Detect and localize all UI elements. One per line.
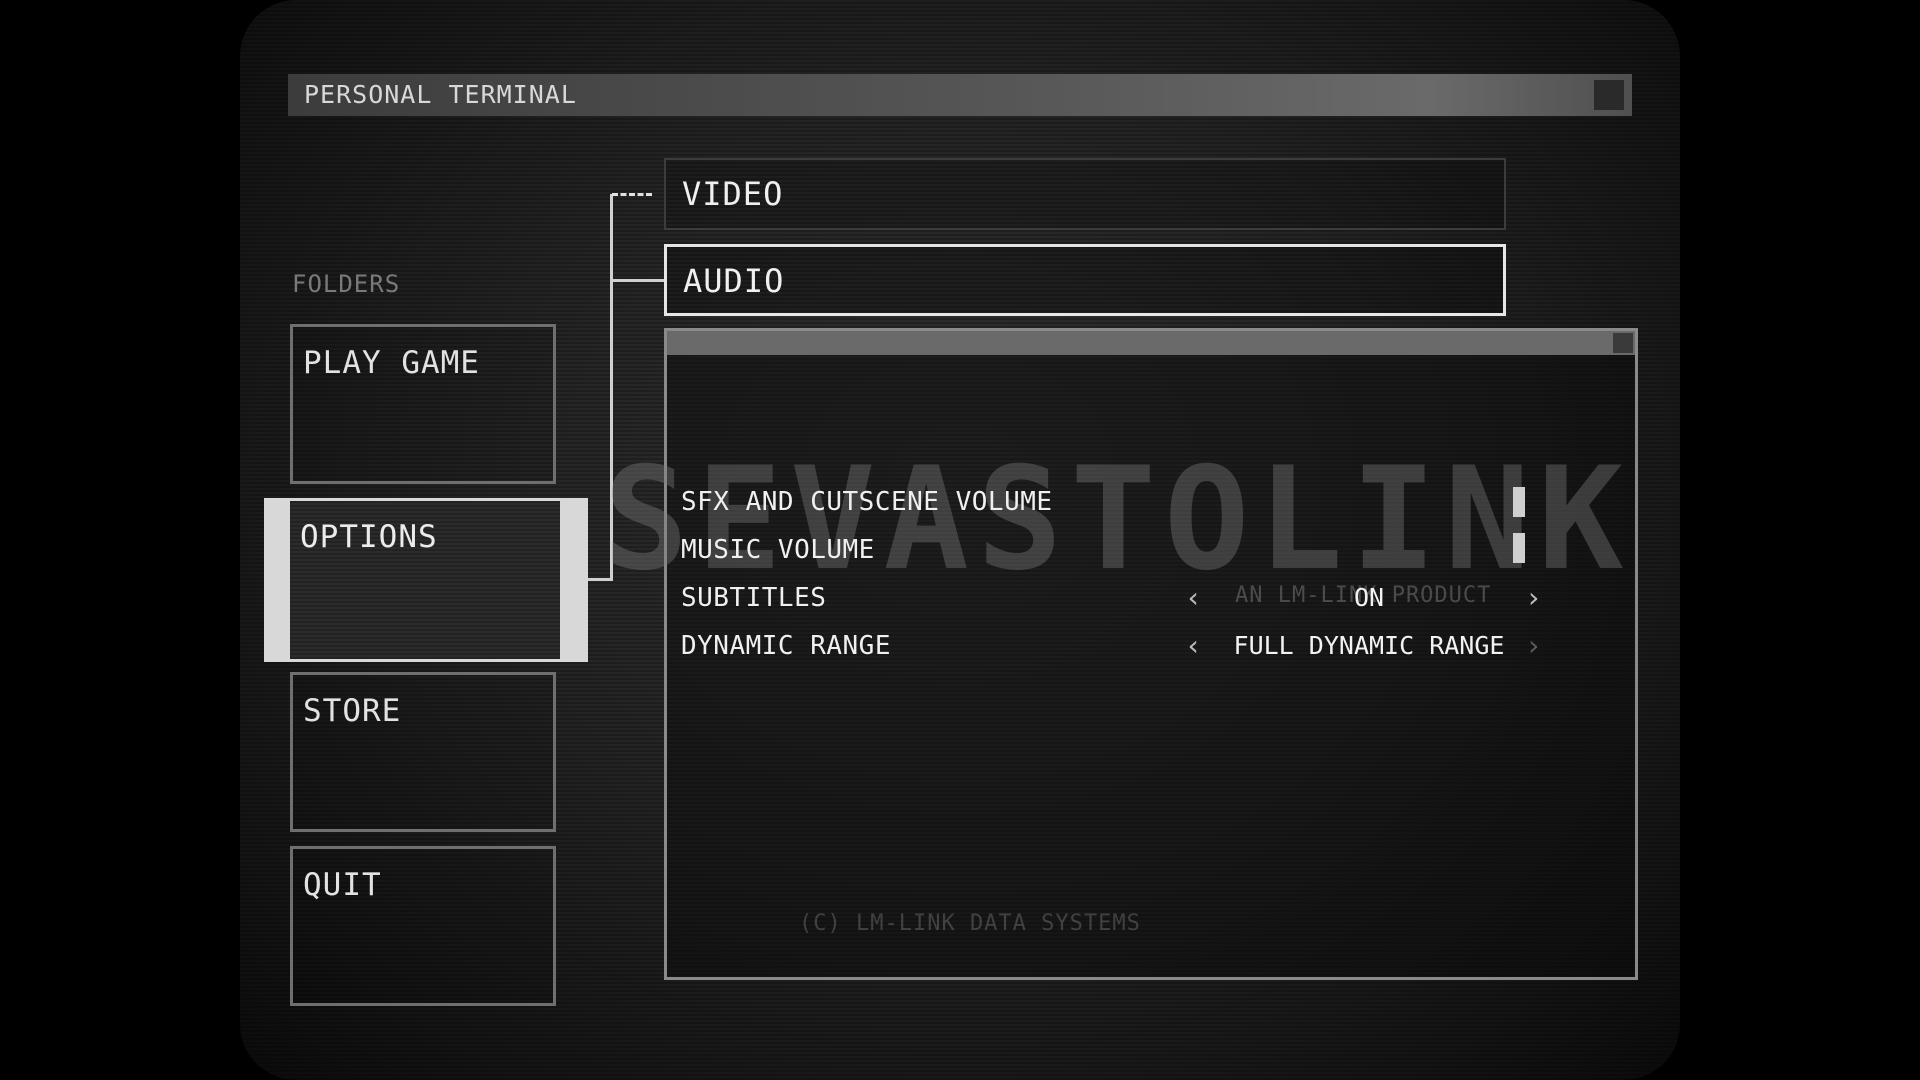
chevron-right-icon[interactable]: › [1525,581,1542,614]
setting-row-dynamic-range[interactable]: DYNAMIC RANGE ‹ FULL DYNAMIC RANGE › [681,627,1542,667]
setting-label: DYNAMIC RANGE [681,631,891,661]
window-title: PERSONAL TERMINAL [304,80,577,109]
dynamic-range-value: FULL DYNAMIC RANGE [1233,631,1505,660]
setting-label: MUSIC VOLUME [681,535,875,565]
setting-label: SUBTITLES [681,583,827,613]
tab-label: VIDEO [682,175,784,213]
tree-branch-audio [610,279,664,282]
tab-video[interactable]: VIDEO [664,158,1506,230]
folder-quit[interactable]: QUIT [290,846,556,1006]
folder-store[interactable]: STORE [290,672,556,832]
subtitles-value: ON [1353,583,1385,612]
audio-settings-panel: SEVASTOLINK AN LM-LINK PRODUCT (C) LM-LI… [603,328,1638,980]
title-bar: PERSONAL TERMINAL [288,74,1632,116]
copyright-text: (C) LM-LINK DATA SYSTEMS [799,911,1141,936]
chevron-right-icon[interactable]: › [1525,629,1542,662]
setting-row-sfx-volume[interactable]: SFX AND CUTSCENE VOLUME [681,483,1541,523]
setting-row-subtitles[interactable]: SUBTITLES ‹ ON › [681,579,1542,619]
folder-options[interactable]: OPTIONS [264,498,588,662]
tree-branch-video [612,193,652,199]
tab-audio[interactable]: AUDIO [664,244,1506,316]
sfx-volume-slider-knob[interactable] [1513,487,1525,517]
tab-label: AUDIO [683,262,785,300]
folder-label: PLAY GAME [303,345,480,381]
window-close-button[interactable] [1594,80,1624,110]
panel-bar [667,331,1635,355]
crt-screen: PERSONAL TERMINAL FOLDERS PLAY GAME OPTI… [240,0,1680,1080]
chevron-left-icon[interactable]: ‹ [1185,629,1202,662]
folder-label: QUIT [303,867,382,903]
panel-close-button[interactable] [1613,333,1633,353]
folder-label: OPTIONS [300,519,438,555]
music-volume-slider-knob[interactable] [1513,533,1525,563]
folder-play-game[interactable]: PLAY GAME [290,324,556,484]
chevron-left-icon[interactable]: ‹ [1185,581,1202,614]
setting-label: SFX AND CUTSCENE VOLUME [681,487,1053,517]
folder-label: STORE [303,693,402,729]
setting-row-music-volume[interactable]: MUSIC VOLUME [681,531,1541,571]
folders-heading: FOLDERS [292,270,401,298]
folder-options-inner: OPTIONS [290,501,560,659]
